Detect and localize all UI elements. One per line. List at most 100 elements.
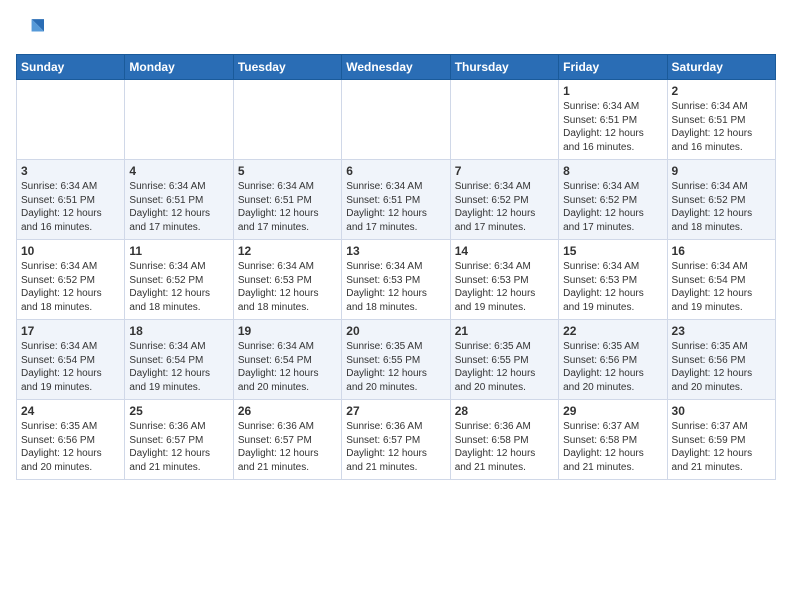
day-header-friday: Friday: [559, 55, 667, 80]
day-number: 26: [238, 404, 337, 418]
day-detail: Sunrise: 6:34 AM Sunset: 6:52 PM Dayligh…: [672, 180, 771, 234]
calendar-cell: [125, 80, 233, 160]
day-header-thursday: Thursday: [450, 55, 558, 80]
calendar-cell: 23Sunrise: 6:35 AM Sunset: 6:56 PM Dayli…: [667, 320, 775, 400]
day-detail: Sunrise: 6:35 AM Sunset: 6:55 PM Dayligh…: [455, 340, 554, 394]
calendar-cell: 17 Sunrise: 6:34 AM Sunset: 6:54 PM Dayli…: [17, 320, 125, 400]
calendar-cell: 14Sunrise: 6:34 AM Sunset: 6:53 PM Dayli…: [450, 240, 558, 320]
calendar-cell: 1 Sunrise: 6:34 AM Sunset: 6:51 PM Daylig…: [559, 80, 667, 160]
calendar-cell: 20 Sunrise: 6:35 AM Sunset: 6:55 PM Dayli…: [342, 320, 450, 400]
day-detail: Sunrise: 6:34 AM Sunset: 6:51 PM Dayligh…: [129, 180, 228, 234]
day-number: 17: [21, 324, 120, 338]
week-row-3: 10 Sunrise: 6:34 AM Sunset: 6:52 PM Dayli…: [17, 240, 776, 320]
day-detail: Sunrise: 6:34 AM Sunset: 6:54 PM Dayligh…: [238, 340, 337, 394]
day-detail: Sunrise: 6:34 AM Sunset: 6:51 PM Dayligh…: [346, 180, 445, 234]
day-header-monday: Monday: [125, 55, 233, 80]
calendar-cell: [233, 80, 341, 160]
calendar-cell: 3Sunrise: 6:34 AM Sunset: 6:51 PM Daylig…: [17, 160, 125, 240]
calendar-cell: 6 Sunrise: 6:34 AM Sunset: 6:51 PM Daylig…: [342, 160, 450, 240]
day-detail: Sunrise: 6:35 AM Sunset: 6:56 PM Dayligh…: [21, 420, 120, 474]
day-number: 27: [346, 404, 445, 418]
calendar-cell: 12 Sunrise: 6:34 AM Sunset: 6:53 PM Dayli…: [233, 240, 341, 320]
day-detail: Sunrise: 6:34 AM Sunset: 6:53 PM Dayligh…: [563, 260, 662, 314]
day-number: 7: [455, 164, 554, 178]
calendar-cell: 4Sunrise: 6:34 AM Sunset: 6:51 PM Daylig…: [125, 160, 233, 240]
calendar-cell: 7 Sunrise: 6:34 AM Sunset: 6:52 PM Daylig…: [450, 160, 558, 240]
calendar-cell: 22 Sunrise: 6:35 AM Sunset: 6:56 PM Dayli…: [559, 320, 667, 400]
day-detail: Sunrise: 6:36 AM Sunset: 6:57 PM Dayligh…: [129, 420, 228, 474]
day-detail: Sunrise: 6:35 AM Sunset: 6:56 PM Dayligh…: [563, 340, 662, 394]
day-detail: Sunrise: 6:34 AM Sunset: 6:51 PM Dayligh…: [563, 100, 662, 154]
day-detail: Sunrise: 6:36 AM Sunset: 6:58 PM Dayligh…: [455, 420, 554, 474]
day-header-tuesday: Tuesday: [233, 55, 341, 80]
day-detail: Sunrise: 6:34 AM Sunset: 6:52 PM Dayligh…: [21, 260, 120, 314]
day-number: 6: [346, 164, 445, 178]
calendar-cell: [17, 80, 125, 160]
day-detail: Sunrise: 6:34 AM Sunset: 6:52 PM Dayligh…: [563, 180, 662, 234]
day-number: 13: [346, 244, 445, 258]
day-number: 28: [455, 404, 554, 418]
day-number: 30: [672, 404, 771, 418]
week-row-2: 3 Sunrise: 6:34 AM Sunset: 6:51 PM Daylig…: [17, 160, 776, 240]
day-detail: Sunrise: 6:34 AM Sunset: 6:53 PM Dayligh…: [455, 260, 554, 314]
day-number: 23: [672, 324, 771, 338]
calendar-body: 1 Sunrise: 6:34 AM Sunset: 6:51 PM Daylig…: [17, 80, 776, 480]
calendar-table: SundayMondayTuesdayWednesdayThursdayFrid…: [16, 54, 776, 480]
day-number: 1: [563, 84, 662, 98]
calendar-cell: 27Sunrise: 6:36 AM Sunset: 6:57 PM Dayli…: [342, 400, 450, 480]
calendar-cell: [450, 80, 558, 160]
day-detail: Sunrise: 6:34 AM Sunset: 6:53 PM Dayligh…: [346, 260, 445, 314]
day-detail: Sunrise: 6:34 AM Sunset: 6:52 PM Dayligh…: [455, 180, 554, 234]
calendar-cell: 19 Sunrise: 6:34 AM Sunset: 6:54 PM Dayli…: [233, 320, 341, 400]
logo: [16, 16, 48, 44]
day-number: 11: [129, 244, 228, 258]
day-header-saturday: Saturday: [667, 55, 775, 80]
calendar-cell: 16 Sunrise: 6:34 AM Sunset: 6:54 PM Dayli…: [667, 240, 775, 320]
day-number: 20: [346, 324, 445, 338]
logo-icon: [16, 16, 44, 44]
calendar-cell: 18Sunrise: 6:34 AM Sunset: 6:54 PM Dayli…: [125, 320, 233, 400]
calendar-cell: 15 Sunrise: 6:34 AM Sunset: 6:53 PM Dayli…: [559, 240, 667, 320]
week-row-5: 24Sunrise: 6:35 AM Sunset: 6:56 PM Dayli…: [17, 400, 776, 480]
day-number: 10: [21, 244, 120, 258]
calendar-cell: 8 Sunrise: 6:34 AM Sunset: 6:52 PM Daylig…: [559, 160, 667, 240]
day-detail: Sunrise: 6:34 AM Sunset: 6:51 PM Dayligh…: [238, 180, 337, 234]
calendar-cell: 24Sunrise: 6:35 AM Sunset: 6:56 PM Dayli…: [17, 400, 125, 480]
day-detail: Sunrise: 6:34 AM Sunset: 6:51 PM Dayligh…: [672, 100, 771, 154]
day-number: 19: [238, 324, 337, 338]
week-row-1: 1 Sunrise: 6:34 AM Sunset: 6:51 PM Daylig…: [17, 80, 776, 160]
day-detail: Sunrise: 6:34 AM Sunset: 6:52 PM Dayligh…: [129, 260, 228, 314]
calendar-cell: 2Sunrise: 6:34 AM Sunset: 6:51 PM Daylig…: [667, 80, 775, 160]
day-number: 5: [238, 164, 337, 178]
day-number: 21: [455, 324, 554, 338]
header: [16, 16, 776, 44]
calendar-cell: 21 Sunrise: 6:35 AM Sunset: 6:55 PM Dayli…: [450, 320, 558, 400]
day-detail: Sunrise: 6:34 AM Sunset: 6:54 PM Dayligh…: [21, 340, 120, 394]
calendar-cell: 10 Sunrise: 6:34 AM Sunset: 6:52 PM Dayli…: [17, 240, 125, 320]
day-number: 29: [563, 404, 662, 418]
day-number: 16: [672, 244, 771, 258]
day-header-wednesday: Wednesday: [342, 55, 450, 80]
calendar-cell: 5 Sunrise: 6:34 AM Sunset: 6:51 PM Daylig…: [233, 160, 341, 240]
day-number: 12: [238, 244, 337, 258]
calendar-cell: [342, 80, 450, 160]
day-detail: Sunrise: 6:34 AM Sunset: 6:54 PM Dayligh…: [672, 260, 771, 314]
day-detail: Sunrise: 6:34 AM Sunset: 6:53 PM Dayligh…: [238, 260, 337, 314]
day-header-sunday: Sunday: [17, 55, 125, 80]
calendar-cell: 28 Sunrise: 6:36 AM Sunset: 6:58 PM Dayli…: [450, 400, 558, 480]
day-number: 25: [129, 404, 228, 418]
calendar-cell: 11 Sunrise: 6:34 AM Sunset: 6:52 PM Dayli…: [125, 240, 233, 320]
day-detail: Sunrise: 6:35 AM Sunset: 6:55 PM Dayligh…: [346, 340, 445, 394]
day-number: 22: [563, 324, 662, 338]
day-number: 15: [563, 244, 662, 258]
week-row-4: 17 Sunrise: 6:34 AM Sunset: 6:54 PM Dayli…: [17, 320, 776, 400]
day-header-row: SundayMondayTuesdayWednesdayThursdayFrid…: [17, 55, 776, 80]
day-number: 3: [21, 164, 120, 178]
calendar-cell: 25 Sunrise: 6:36 AM Sunset: 6:57 PM Dayli…: [125, 400, 233, 480]
calendar-cell: 26Sunrise: 6:36 AM Sunset: 6:57 PM Dayli…: [233, 400, 341, 480]
calendar-cell: 29Sunrise: 6:37 AM Sunset: 6:58 PM Dayli…: [559, 400, 667, 480]
day-detail: Sunrise: 6:37 AM Sunset: 6:59 PM Dayligh…: [672, 420, 771, 474]
calendar-cell: 30 Sunrise: 6:37 AM Sunset: 6:59 PM Dayli…: [667, 400, 775, 480]
day-number: 8: [563, 164, 662, 178]
day-number: 9: [672, 164, 771, 178]
